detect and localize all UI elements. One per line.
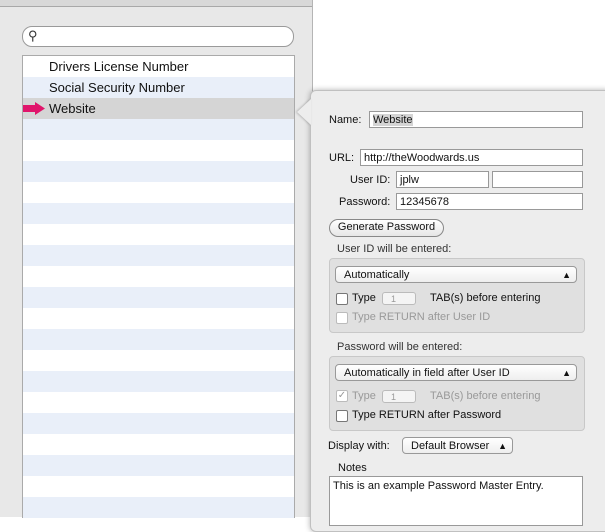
list-item-selected[interactable]: Website bbox=[23, 98, 294, 119]
url-label: URL: bbox=[329, 152, 355, 164]
userid-type-checkbox[interactable] bbox=[336, 293, 348, 305]
notes-label: Notes bbox=[338, 462, 367, 474]
password-type-checkbox[interactable]: ✓ bbox=[336, 390, 348, 402]
display-with-select[interactable]: Default Browser ▲ bbox=[402, 437, 513, 454]
userid-return-label: Type RETURN after User ID bbox=[352, 311, 491, 323]
generate-password-button[interactable]: Generate Password bbox=[329, 219, 444, 237]
userid-tab-stepper[interactable]: 1 bbox=[382, 292, 416, 305]
userid-mode-select[interactable]: Automatically ▲ bbox=[335, 266, 577, 283]
list-item[interactable]: Drivers License Number bbox=[23, 56, 294, 77]
popover-arrow bbox=[297, 99, 311, 125]
password-mode-select[interactable]: Automatically in field after User ID ▲ bbox=[335, 364, 577, 381]
search-icon: ⚲ bbox=[28, 28, 38, 43]
list-item-label: Drivers License Number bbox=[49, 59, 189, 74]
password-return-checkbox[interactable] bbox=[336, 410, 348, 422]
password-type-label: Type bbox=[352, 390, 376, 402]
entry-list: Drivers License Number Social Security N… bbox=[22, 55, 295, 518]
updown-icon: ▲ bbox=[562, 368, 571, 378]
list-item-label: Website bbox=[49, 101, 96, 116]
password-tab-stepper[interactable]: 1 bbox=[382, 390, 416, 403]
name-value: Website bbox=[373, 114, 413, 126]
notes-textarea[interactable]: This is an example Password Master Entry… bbox=[329, 476, 583, 526]
search-input[interactable] bbox=[43, 29, 287, 43]
userid-tab-count: 1 bbox=[391, 294, 397, 304]
title-bar bbox=[0, 0, 312, 7]
main-window: ⚲ Drivers License Number Social Security… bbox=[0, 0, 313, 518]
userid-type-label: Type bbox=[352, 292, 376, 304]
password-return-label: Type RETURN after Password bbox=[352, 409, 502, 421]
password-tab-suffix: TAB(s) before entering bbox=[430, 390, 541, 402]
password-mode-value: Automatically in field after User ID bbox=[344, 367, 510, 379]
selection-arrow-icon bbox=[23, 102, 45, 115]
list-item[interactable]: Social Security Number bbox=[23, 77, 294, 98]
list-item-label: Social Security Number bbox=[49, 80, 185, 95]
userid-label: User ID: bbox=[350, 174, 391, 186]
userid-return-checkbox[interactable] bbox=[336, 312, 348, 324]
updown-icon: ▲ bbox=[498, 441, 507, 451]
name-label: Name: bbox=[329, 114, 362, 126]
userid-tab-suffix: TAB(s) before entering bbox=[430, 292, 541, 304]
password-tab-count: 1 bbox=[391, 392, 397, 402]
userid-field[interactable]: jplw bbox=[396, 171, 489, 188]
password-label: Password: bbox=[339, 196, 391, 208]
password-field[interactable]: 12345678 bbox=[396, 193, 583, 210]
updown-icon: ▲ bbox=[562, 270, 571, 280]
password-group-title: Password will be entered: bbox=[337, 341, 463, 353]
userid-group-title: User ID will be entered: bbox=[337, 243, 452, 255]
search-field[interactable]: ⚲ bbox=[22, 26, 294, 47]
display-with-value: Default Browser bbox=[411, 440, 490, 452]
display-with-label: Display with: bbox=[328, 440, 390, 452]
name-field[interactable]: Website bbox=[369, 111, 583, 128]
userid-extra-field[interactable] bbox=[492, 171, 583, 188]
url-field[interactable]: http://theWoodwards.us bbox=[360, 149, 583, 166]
userid-mode-value: Automatically bbox=[344, 269, 410, 281]
